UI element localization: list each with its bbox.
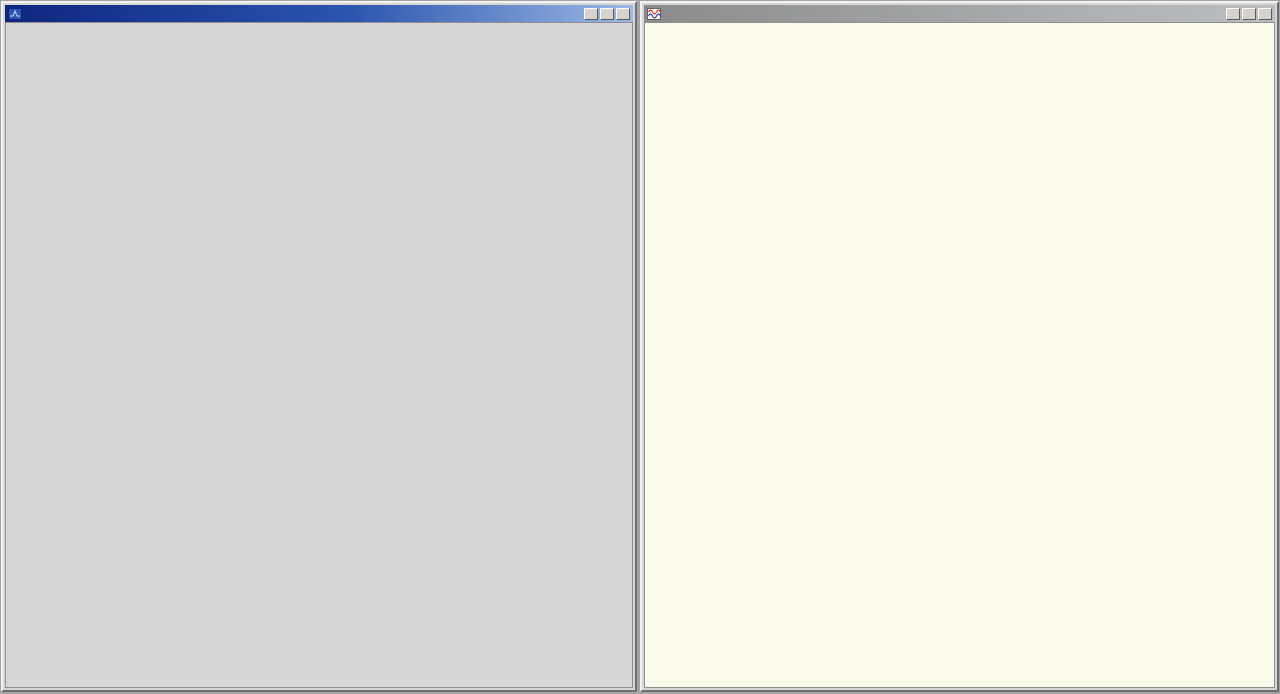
schematic-window-icon [8, 7, 22, 20]
minimize-button[interactable] [584, 7, 598, 20]
waveform-window [640, 1, 1279, 692]
waveform-window-icon [647, 7, 661, 20]
waveform-titlebar[interactable] [644, 5, 1275, 22]
schematic-drawing [6, 23, 633, 688]
schematic-window [1, 1, 637, 692]
minimize-button[interactable] [1226, 7, 1240, 20]
waveform-window-controls [1226, 7, 1272, 20]
schematic-window-controls [584, 7, 630, 20]
maximize-button[interactable] [1242, 7, 1256, 20]
waveform-plots [645, 23, 1275, 688]
ltspice-workspace [0, 0, 1280, 694]
maximize-button[interactable] [600, 7, 614, 20]
schematic-canvas[interactable] [5, 22, 633, 688]
waveform-canvas[interactable] [644, 22, 1275, 688]
schematic-titlebar[interactable] [5, 5, 633, 22]
close-button[interactable] [616, 7, 630, 20]
close-button[interactable] [1258, 7, 1272, 20]
